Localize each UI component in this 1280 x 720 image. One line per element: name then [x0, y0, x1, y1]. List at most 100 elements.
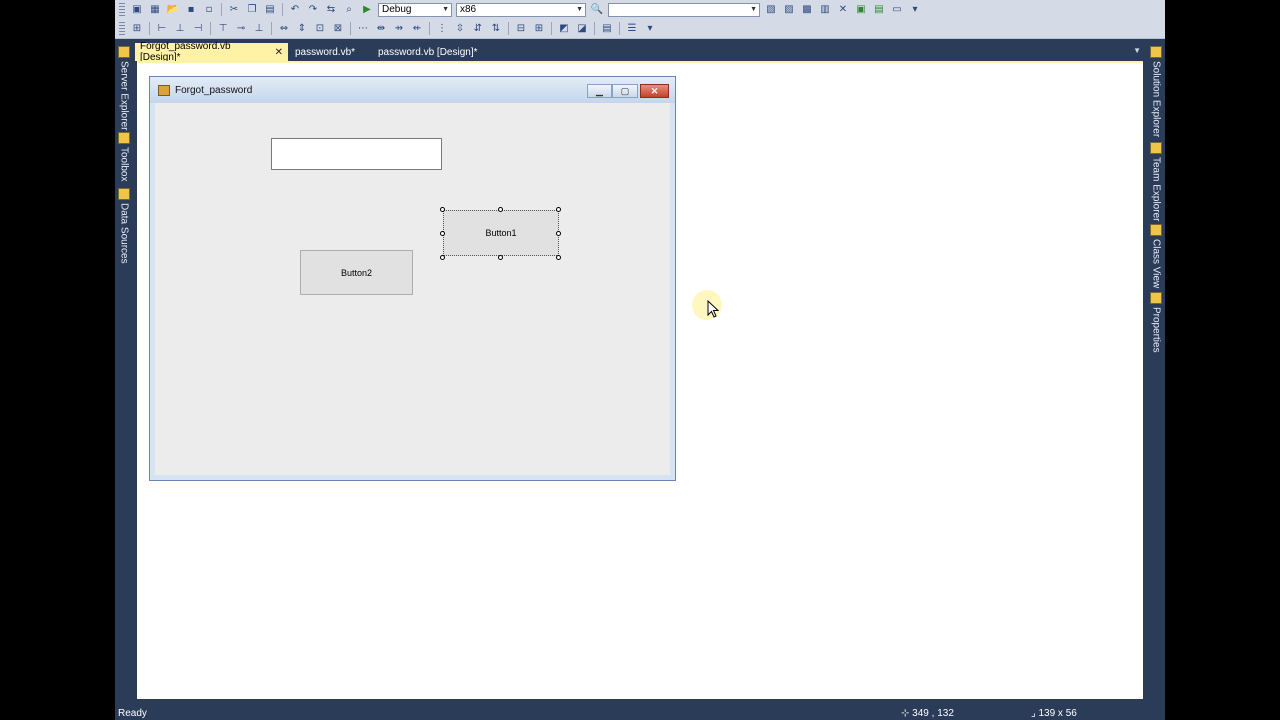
solution-explorer-icon — [1150, 46, 1162, 58]
tab-dropdown-icon[interactable]: ▼ — [1133, 46, 1141, 55]
resize-handle-s[interactable] — [498, 255, 503, 260]
form-title-bar[interactable]: Forgot_password ▁ ▢ ✕ — [150, 77, 675, 103]
add-item-icon[interactable]: ▦ — [148, 3, 162, 16]
data-sources-tab[interactable]: Data Sources — [117, 188, 131, 264]
class-view-tab[interactable]: Class View — [1149, 224, 1163, 288]
minimize-button[interactable]: ▁ — [587, 84, 612, 98]
start-page-icon[interactable]: ▣ — [854, 3, 868, 16]
tab-label: Forgot_password.vb [Design]* — [140, 41, 231, 63]
tab-password-vb[interactable]: password.vb* — [290, 43, 374, 61]
maximize-button[interactable]: ▢ — [612, 84, 638, 98]
save-all-icon[interactable]: ▫ — [202, 3, 216, 16]
object-browser-icon[interactable]: ▩ — [800, 3, 814, 16]
align-lefts-icon[interactable]: ⊢ — [155, 22, 169, 35]
bring-to-front-icon[interactable]: ◩ — [557, 22, 571, 35]
toolbar-grip[interactable] — [119, 2, 125, 17]
copy-icon[interactable]: ❐ — [245, 3, 259, 16]
send-to-back-icon[interactable]: ◪ — [575, 22, 589, 35]
toolbar-grip[interactable] — [119, 21, 125, 36]
form-forgot-password[interactable]: Forgot_password ▁ ▢ ✕ Button2 Button1 — [149, 76, 676, 481]
form-title: Forgot_password — [175, 85, 253, 96]
resize-handle-w[interactable] — [440, 231, 445, 236]
form-client-area[interactable]: Button2 Button1 — [155, 103, 670, 475]
horizontal-spacing-equal-icon[interactable]: ⋯ — [356, 22, 370, 35]
team-explorer-tab[interactable]: Team Explorer — [1149, 142, 1163, 221]
find-combo[interactable]: ▼ — [608, 2, 760, 17]
document-tab-strip: Forgot_password.vb [Design]* ✕ password.… — [135, 41, 1145, 63]
align-centers-icon[interactable]: ⊥ — [173, 22, 187, 35]
window-layout-icon[interactable]: ▭ — [890, 3, 904, 16]
paste-icon[interactable]: ▤ — [263, 3, 277, 16]
redo-icon[interactable]: ↷ — [306, 3, 320, 16]
start-debugging-icon[interactable]: ▶ — [360, 3, 374, 16]
resize-handle-ne[interactable] — [556, 207, 561, 212]
close-tab-icon[interactable]: ✕ — [275, 47, 283, 58]
center-horizontally-icon[interactable]: ⊟ — [514, 22, 528, 35]
button1[interactable]: Button1 — [443, 210, 559, 256]
make-same-width-icon[interactable]: ⇔ — [277, 22, 291, 35]
resize-handle-nw[interactable] — [440, 207, 445, 212]
vertical-spacing-equal-icon[interactable]: ⋮ — [435, 22, 449, 35]
make-same-size-icon[interactable]: ⊡ — [313, 22, 327, 35]
textbox1[interactable] — [271, 138, 442, 170]
align-tops-icon[interactable]: ⊤ — [216, 22, 230, 35]
cut-icon[interactable]: ✂ — [227, 3, 241, 16]
align-bottoms-icon[interactable]: ⊥ — [252, 22, 266, 35]
solution-explorer-icon[interactable]: ▧ — [764, 3, 778, 16]
tab-password-design[interactable]: password.vb [Design]* — [373, 43, 493, 61]
center-vertically-icon[interactable]: ⊞ — [532, 22, 546, 35]
horizontal-spacing-decrease-icon[interactable]: ⇸ — [392, 22, 406, 35]
right-tool-rail: Solution Explorer Team Explorer Class Vi… — [1147, 42, 1165, 702]
solution-configuration-select[interactable]: Debug ▼ — [378, 2, 452, 17]
platform-value: x86 — [460, 4, 477, 15]
toolbar-options-icon[interactable]: ▾ — [908, 3, 922, 16]
position-readout: ⊹ 349 , 132 — [901, 708, 954, 719]
rail-label: Team Explorer — [1150, 157, 1162, 222]
toolbar-separator — [619, 22, 620, 35]
button2-label: Button2 — [340, 267, 373, 278]
solution-platform-select[interactable]: x86 ▼ — [456, 2, 586, 17]
toolbar-separator — [594, 22, 595, 35]
server-explorer-tab[interactable]: Server Explorer — [117, 46, 131, 130]
status-text: Ready — [118, 708, 147, 719]
tab-order-icon[interactable]: ☰ — [625, 22, 639, 35]
vertical-spacing-increase-icon[interactable]: ⇳ — [453, 22, 467, 35]
make-same-height-icon[interactable]: ⇕ — [295, 22, 309, 35]
vertical-spacing-decrease-icon[interactable]: ⇵ — [471, 22, 485, 35]
properties-icon[interactable]: ▨ — [782, 3, 796, 16]
size-value: 139 x 56 — [1038, 708, 1077, 719]
resize-handle-sw[interactable] — [440, 255, 445, 260]
status-bar: Ready ⊹ 349 , 132 ⌟ 139 x 56 — [115, 702, 1165, 720]
toolbox-icon[interactable]: ▥ — [818, 3, 832, 16]
vertical-spacing-remove-icon[interactable]: ⇅ — [489, 22, 503, 35]
find-in-files-icon[interactable]: 🔍 — [590, 3, 604, 16]
undo-icon[interactable]: ↶ — [288, 3, 302, 16]
extension-icon[interactable]: ✕ — [836, 3, 850, 16]
align-to-grid-icon[interactable]: ⊞ — [130, 22, 144, 35]
new-project-icon[interactable]: ▣ — [130, 3, 144, 16]
open-file-icon[interactable]: 📂 — [166, 3, 180, 16]
resize-handle-se[interactable] — [556, 255, 561, 260]
properties-tab[interactable]: Properties — [1149, 292, 1163, 353]
toolbar-separator — [350, 22, 351, 35]
lock-controls-icon[interactable]: ▤ — [600, 22, 614, 35]
command-window-icon[interactable]: ▤ — [872, 3, 886, 16]
solution-explorer-tab[interactable]: Solution Explorer — [1149, 46, 1163, 137]
horizontal-spacing-increase-icon[interactable]: ⇹ — [374, 22, 388, 35]
resize-handle-e[interactable] — [556, 231, 561, 236]
resize-handle-n[interactable] — [498, 207, 503, 212]
designer-surface[interactable]: Forgot_password ▁ ▢ ✕ Button2 Button1 — [137, 61, 1143, 699]
button2[interactable]: Button2 — [300, 250, 413, 295]
close-button[interactable]: ✕ — [640, 84, 669, 98]
align-middles-icon[interactable]: ⊸ — [234, 22, 248, 35]
rail-label: Class View — [1150, 239, 1162, 289]
tab-forgot-password-design[interactable]: Forgot_password.vb [Design]* ✕ — [135, 41, 288, 63]
horizontal-spacing-remove-icon[interactable]: ⇷ — [410, 22, 424, 35]
find-icon[interactable]: ⌕ — [342, 3, 356, 16]
align-rights-icon[interactable]: ⊣ — [191, 22, 205, 35]
save-icon[interactable]: ▪ — [184, 3, 198, 16]
size-to-grid-icon[interactable]: ⊠ — [331, 22, 345, 35]
toolbox-tab[interactable]: Toolbox — [117, 132, 131, 181]
navigate-icon[interactable]: ⇆ — [324, 3, 338, 16]
toolbar-options-icon[interactable]: ▾ — [643, 22, 657, 35]
